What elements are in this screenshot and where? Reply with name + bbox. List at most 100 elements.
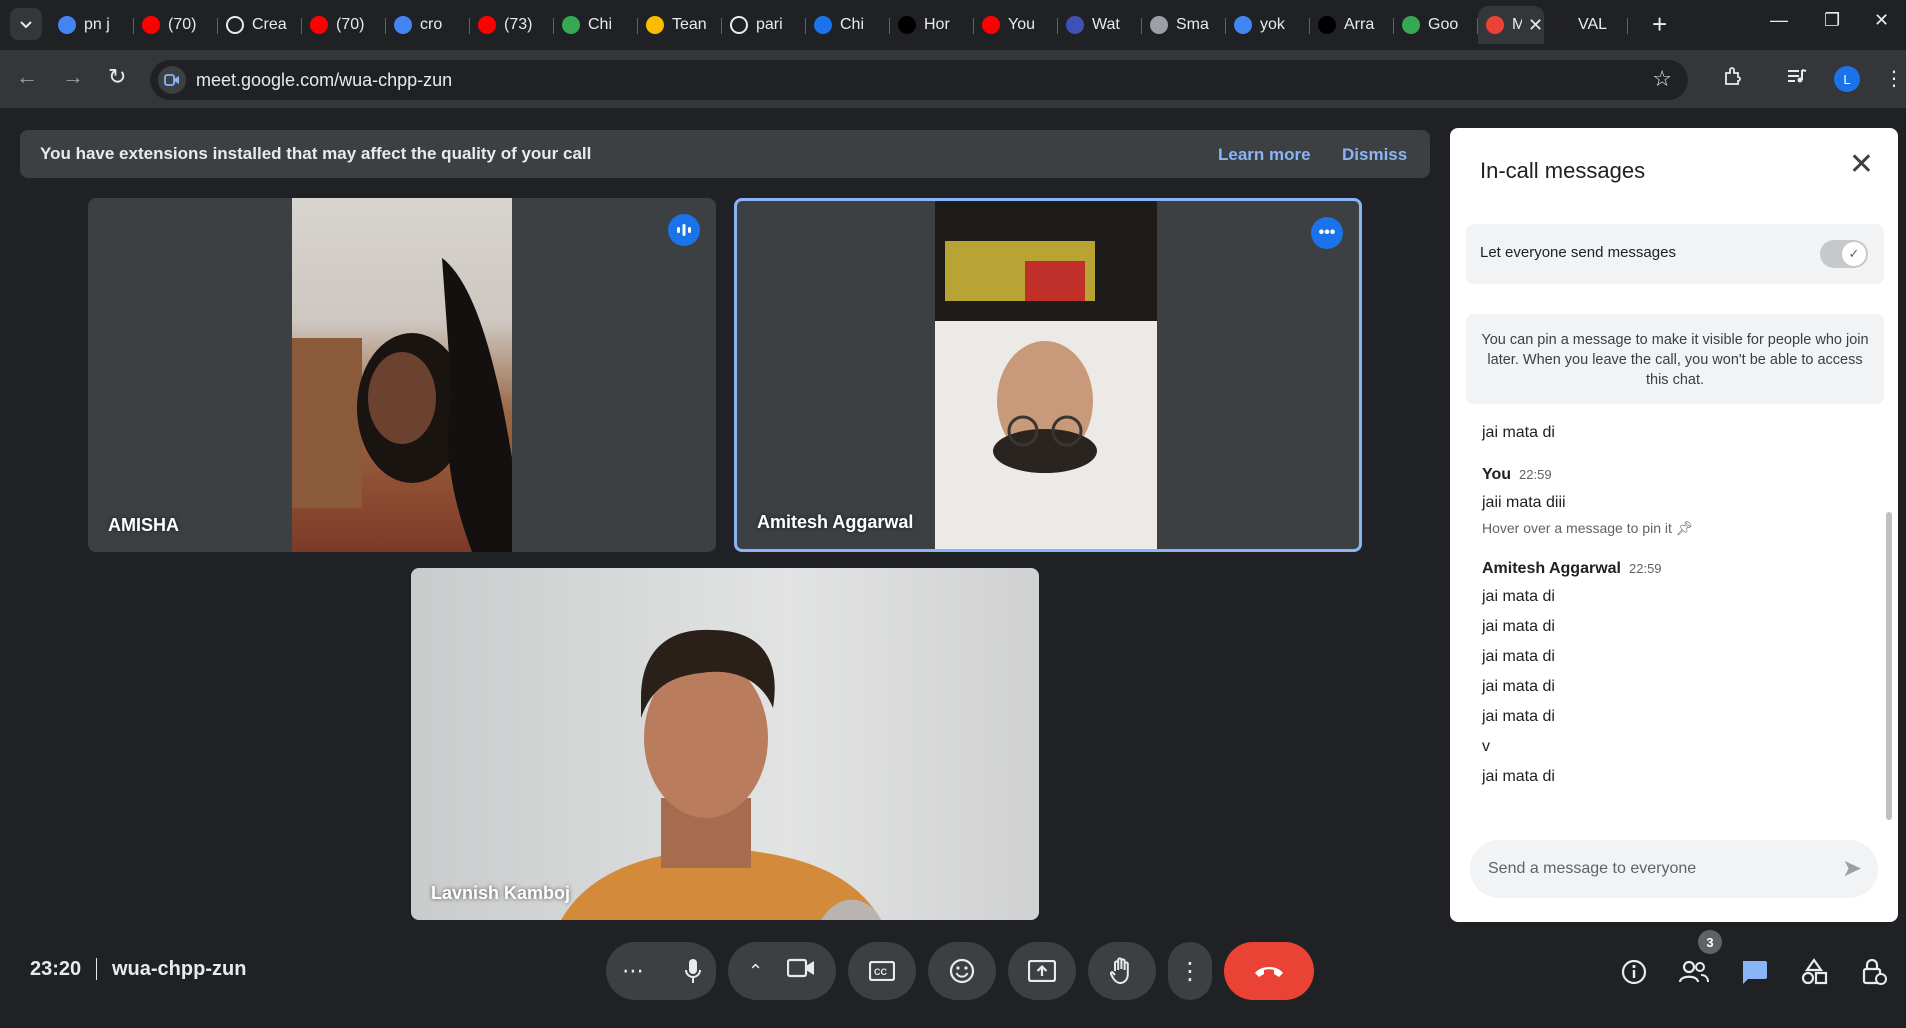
browser-tab[interactable]: pn j bbox=[50, 6, 134, 44]
divider bbox=[96, 958, 97, 980]
browser-tab[interactable]: yok bbox=[1226, 6, 1310, 44]
extension-warning-banner: You have extensions installed that may a… bbox=[20, 130, 1430, 178]
video-group: ⌃ bbox=[728, 942, 836, 1000]
meeting-info-icon[interactable] bbox=[1618, 956, 1650, 988]
chat-message[interactable]: jai mata di bbox=[1482, 612, 1882, 642]
tab-title: Arra bbox=[1344, 16, 1375, 33]
participant-tile[interactable]: Lavnish Kamboj bbox=[411, 568, 1039, 920]
chat-icon[interactable] bbox=[1738, 956, 1770, 988]
allow-messages-toggle[interactable]: ✓ bbox=[1820, 240, 1868, 268]
people-icon[interactable] bbox=[1678, 956, 1710, 988]
video-options-button[interactable]: ⌃ bbox=[748, 961, 763, 982]
sender-name: Amitesh Aggarwal bbox=[1482, 560, 1621, 577]
learn-more-link[interactable]: Learn more bbox=[1218, 145, 1311, 165]
chat-message[interactable]: jai mata di bbox=[1482, 418, 1882, 448]
dismiss-link[interactable]: Dismiss bbox=[1342, 145, 1407, 165]
chat-message[interactable]: jai mata di bbox=[1482, 642, 1882, 672]
browser-tab[interactable]: cro bbox=[386, 6, 470, 44]
chevron-down-icon bbox=[20, 21, 32, 29]
tab-title: VAL bbox=[1578, 16, 1608, 33]
browser-tab[interactable]: Goo bbox=[1394, 6, 1478, 44]
restore-button[interactable]: ❐ bbox=[1824, 10, 1840, 31]
google-icon bbox=[58, 16, 76, 34]
participant-tile[interactable]: AMISHA bbox=[88, 198, 716, 552]
send-icon[interactable]: ➤ bbox=[1842, 856, 1862, 882]
bookmark-star-icon[interactable]: ☆ bbox=[1652, 66, 1672, 92]
chat-message[interactable]: jaii mata diii bbox=[1482, 488, 1882, 518]
browser-tab[interactable]: Chi bbox=[554, 6, 638, 44]
close-window-button[interactable]: ✕ bbox=[1874, 10, 1889, 31]
pin-hint-text: Hover over a message to pin it bbox=[1482, 520, 1672, 536]
tab-title: Crea bbox=[252, 16, 287, 33]
microphone-button[interactable] bbox=[670, 944, 716, 998]
tab-title: Hor bbox=[924, 16, 950, 33]
tab-close-icon[interactable]: ✕ bbox=[1528, 15, 1543, 36]
tab-title: You bbox=[1008, 16, 1035, 33]
forward-button[interactable]: → bbox=[62, 64, 84, 90]
close-icon[interactable]: ✕ bbox=[1849, 150, 1874, 180]
browser-menu-icon[interactable]: ⋮ bbox=[1884, 66, 1904, 91]
extensions-icon[interactable] bbox=[1722, 66, 1744, 94]
message-input[interactable] bbox=[1488, 840, 1808, 898]
teams-icon bbox=[646, 16, 664, 34]
more-options-button[interactable]: ⋮ bbox=[1168, 942, 1212, 1000]
captions-button[interactable]: CC bbox=[848, 942, 916, 1000]
browser-tab[interactable]: You bbox=[974, 6, 1058, 44]
browser-tab[interactable]: VAL bbox=[1544, 6, 1628, 44]
minimize-button[interactable]: — bbox=[1770, 10, 1788, 31]
chat-message[interactable]: v bbox=[1482, 732, 1882, 762]
activities-icon[interactable] bbox=[1798, 956, 1830, 988]
browser-tab-active[interactable]: M ✕ bbox=[1478, 6, 1544, 44]
tab-title: (70) bbox=[336, 16, 365, 33]
browser-tab[interactable]: Chi bbox=[806, 6, 890, 44]
browser-tab[interactable]: Crea bbox=[218, 6, 302, 44]
camera-button[interactable] bbox=[786, 957, 815, 985]
browser-tab[interactable]: Arra bbox=[1310, 6, 1394, 44]
new-tab-button[interactable]: + bbox=[1652, 10, 1667, 38]
participant-video bbox=[411, 568, 1039, 920]
address-bar[interactable]: meet.google.com/wua-chpp-zun ☆ bbox=[150, 60, 1688, 100]
browser-tab[interactable]: (73) bbox=[470, 6, 554, 44]
message-compose: ➤ bbox=[1470, 840, 1878, 898]
emoji-reaction-button[interactable] bbox=[928, 942, 996, 1000]
media-control-icon[interactable] bbox=[1786, 66, 1808, 92]
chat-message[interactable]: jai mata di bbox=[1482, 672, 1882, 702]
raise-hand-button[interactable] bbox=[1088, 942, 1156, 1000]
people-count-badge: 3 bbox=[1698, 930, 1722, 954]
chat-message[interactable]: jai mata di bbox=[1482, 582, 1882, 612]
allow-messages-setting: Let everyone send messages ✓ bbox=[1466, 224, 1884, 284]
browser-tab[interactable]: Hor bbox=[890, 6, 974, 44]
chat-message[interactable]: jai mata di bbox=[1482, 702, 1882, 732]
reload-button[interactable]: ↻ bbox=[108, 64, 126, 90]
browser-tab[interactable]: Wat bbox=[1058, 6, 1142, 44]
site-info-icon[interactable] bbox=[158, 66, 186, 94]
browser-tab[interactable]: (70) bbox=[302, 6, 386, 44]
participant-video bbox=[292, 198, 512, 552]
url-text: meet.google.com/wua-chpp-zun bbox=[196, 70, 453, 90]
participant-video bbox=[935, 201, 1157, 549]
message-sender: Amitesh Aggarwal 22:59 bbox=[1482, 556, 1882, 582]
chat-panel-title: In-call messages bbox=[1480, 158, 1646, 183]
tab-title: M bbox=[1512, 16, 1522, 33]
tab-title: pn j bbox=[84, 16, 110, 33]
host-controls-icon[interactable] bbox=[1858, 956, 1890, 988]
more-options-icon[interactable]: ••• bbox=[1311, 217, 1343, 249]
participant-name: Lavnish Kamboj bbox=[431, 883, 571, 903]
chat-panel: In-call messages ✕ Let everyone send mes… bbox=[1450, 128, 1898, 922]
profile-avatar[interactable]: L bbox=[1834, 66, 1860, 92]
browser-tab[interactable]: pari bbox=[722, 6, 806, 44]
browser-tab[interactable]: Sma bbox=[1142, 6, 1226, 44]
leave-call-button[interactable] bbox=[1224, 942, 1314, 1000]
tab-strip: pn j (70) Crea (70) cro (73) Chi Tean pari Chi Hor… bbox=[50, 6, 1628, 44]
chat-scrollbar[interactable] bbox=[1886, 512, 1892, 820]
gdocs-icon bbox=[1402, 16, 1420, 34]
browser-tab-bar: pn j (70) Crea (70) cro (73) Chi Tean pari Chi Hor… bbox=[0, 0, 1906, 50]
back-button[interactable]: ← bbox=[16, 64, 38, 90]
chat-message[interactable]: jai mata di bbox=[1482, 762, 1882, 792]
tab-search-button[interactable] bbox=[10, 8, 42, 40]
participant-tile-active[interactable]: Amitesh Aggarwal ••• bbox=[734, 198, 1362, 552]
browser-tab[interactable]: (70) bbox=[134, 6, 218, 44]
present-screen-button[interactable] bbox=[1008, 942, 1076, 1000]
browser-tab[interactable]: Tean bbox=[638, 6, 722, 44]
audio-options-button[interactable]: ⋯ bbox=[622, 958, 644, 984]
